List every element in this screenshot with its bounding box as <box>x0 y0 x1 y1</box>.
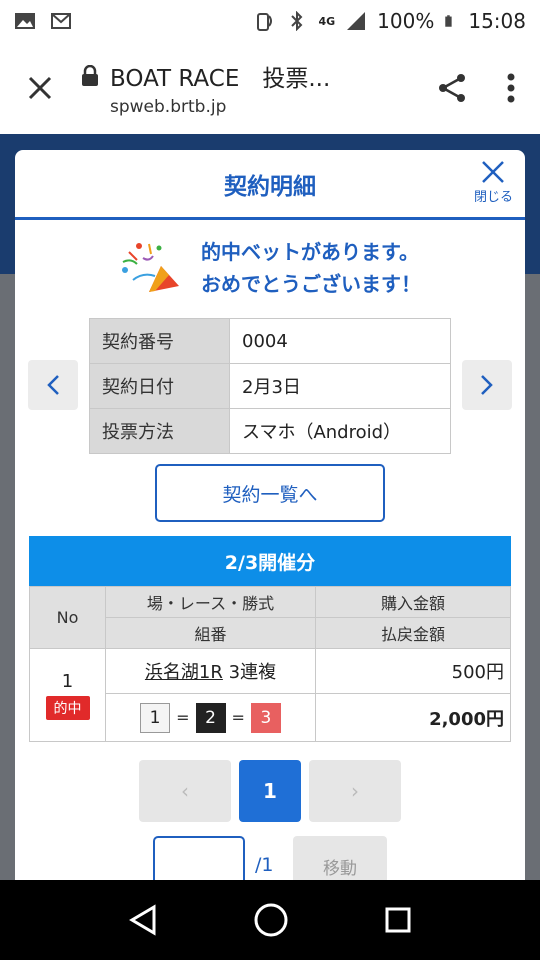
system-navigation-bar <box>0 880 540 960</box>
table-header-row: No 場・レース・勝式 購入金額 <box>29 586 511 649</box>
clock: 15:08 <box>468 9 526 33</box>
col-header-race: 場・レース・勝式 <box>105 586 316 618</box>
boat-number-2: 2 <box>195 702 226 733</box>
close-label: 閉じる <box>473 190 513 205</box>
congrats-line-2: おめでとうございます！ <box>201 272 421 296</box>
col-header-combo: 組番 <box>105 617 316 649</box>
col-header-payout: 払戻金額 <box>315 617 511 649</box>
pagination: ‹ 1 › <box>15 760 525 822</box>
url-area[interactable]: BOAT RACE 投票... spweb.brtb.jp <box>80 59 422 117</box>
page-total: /1 <box>255 854 274 876</box>
col-header-purchase: 購入金額 <box>315 586 511 618</box>
hit-badge: 的中 <box>45 695 90 720</box>
modal-title: 契約明細 <box>224 173 316 200</box>
contract-detail-modal: 契約明細 閉じる 的中ベットがあります。 おめでとうございます！ 契約番号 00… <box>15 150 525 890</box>
payout-amount: 2,000円 <box>315 693 511 742</box>
recents-icon[interactable] <box>384 906 412 934</box>
race-cell: 浜名湖1R 3連複 <box>105 648 316 694</box>
col-header-no: No <box>29 586 106 649</box>
home-icon[interactable] <box>253 902 289 938</box>
contract-info-table: 契約番号 0004 契約日付 2月3日 投票方法 スマホ（Android） <box>89 318 451 454</box>
info-key: 投票方法 <box>89 408 230 454</box>
share-button[interactable] <box>422 72 482 104</box>
next-contract-button[interactable] <box>462 360 512 410</box>
info-value: 0004 <box>229 318 451 364</box>
contract-info-area: 契約番号 0004 契約日付 2月3日 投票方法 スマホ（Android） <box>15 318 525 456</box>
close-icon <box>482 161 505 183</box>
table-row: 1 的中 浜名湖1R 3連複 500円 <box>29 648 511 742</box>
battery-percent: 100% <box>377 9 435 33</box>
race-link[interactable]: 浜名湖1R <box>145 662 223 683</box>
mail-icon <box>51 13 71 29</box>
status-bar: 4G 100% 15:08 <box>0 0 540 42</box>
browser-toolbar: BOAT RACE 投票... spweb.brtb.jp <box>0 42 540 134</box>
bet-type: 3連複 <box>228 662 277 683</box>
current-page-button[interactable]: 1 <box>239 760 301 822</box>
prev-page-button[interactable]: ‹ <box>139 760 231 822</box>
back-icon[interactable] <box>128 904 158 936</box>
more-menu-button[interactable] <box>482 73 540 103</box>
bet-table: No 場・レース・勝式 購入金額 組番 払戻金額 1 的中 浜名湖1R 3連複 … <box>29 586 511 742</box>
boat-number-1: 1 <box>140 702 171 733</box>
more-vert-icon <box>507 73 515 103</box>
battery-icon <box>445 15 452 27</box>
bluetooth-icon <box>291 11 303 31</box>
image-icon <box>15 13 35 29</box>
bet-no: 1 <box>61 670 74 692</box>
share-icon <box>439 74 465 102</box>
congrats-message: 的中ベットがあります。 おめでとうございます！ <box>15 236 525 300</box>
nfc-icon <box>257 13 273 31</box>
close-icon <box>28 76 52 100</box>
lock-icon <box>82 65 98 86</box>
info-row: 投票方法 スマホ（Android） <box>89 408 451 454</box>
combo-cell: 1 = 2 = 3 <box>105 693 316 742</box>
chevron-left-icon <box>47 375 59 395</box>
party-popper-icon <box>122 243 179 292</box>
info-value: スマホ（Android） <box>229 408 451 454</box>
modal-header: 契約明細 閉じる <box>15 150 525 220</box>
close-tab-button[interactable] <box>0 42 80 134</box>
boat-number-3: 3 <box>250 702 281 733</box>
day-header: 2/3開催分 <box>29 536 511 586</box>
modal-close-button[interactable]: 閉じる <box>474 160 513 205</box>
purchase-amount: 500円 <box>315 648 511 694</box>
page-title: BOAT RACE 投票... <box>110 66 331 92</box>
info-row: 契約番号 0004 <box>89 318 451 364</box>
combo-separator: = <box>231 708 245 727</box>
info-key: 契約日付 <box>89 363 230 409</box>
contract-list-button[interactable]: 契約一覧へ <box>155 464 385 522</box>
combo-separator: = <box>176 708 190 727</box>
page-domain: spweb.brtb.jp <box>110 97 227 117</box>
info-row: 契約日付 2月3日 <box>89 363 451 409</box>
info-key: 契約番号 <box>89 318 230 364</box>
chevron-right-icon <box>481 375 493 395</box>
network-label: 4G <box>318 14 336 28</box>
signal-icon <box>347 12 366 30</box>
congrats-line-1: 的中ベットがあります。 <box>201 240 419 264</box>
bet-no-cell: 1 的中 <box>29 648 106 742</box>
info-value: 2月3日 <box>229 363 451 409</box>
previous-contract-button[interactable] <box>28 360 78 410</box>
next-page-button[interactable]: › <box>309 760 401 822</box>
